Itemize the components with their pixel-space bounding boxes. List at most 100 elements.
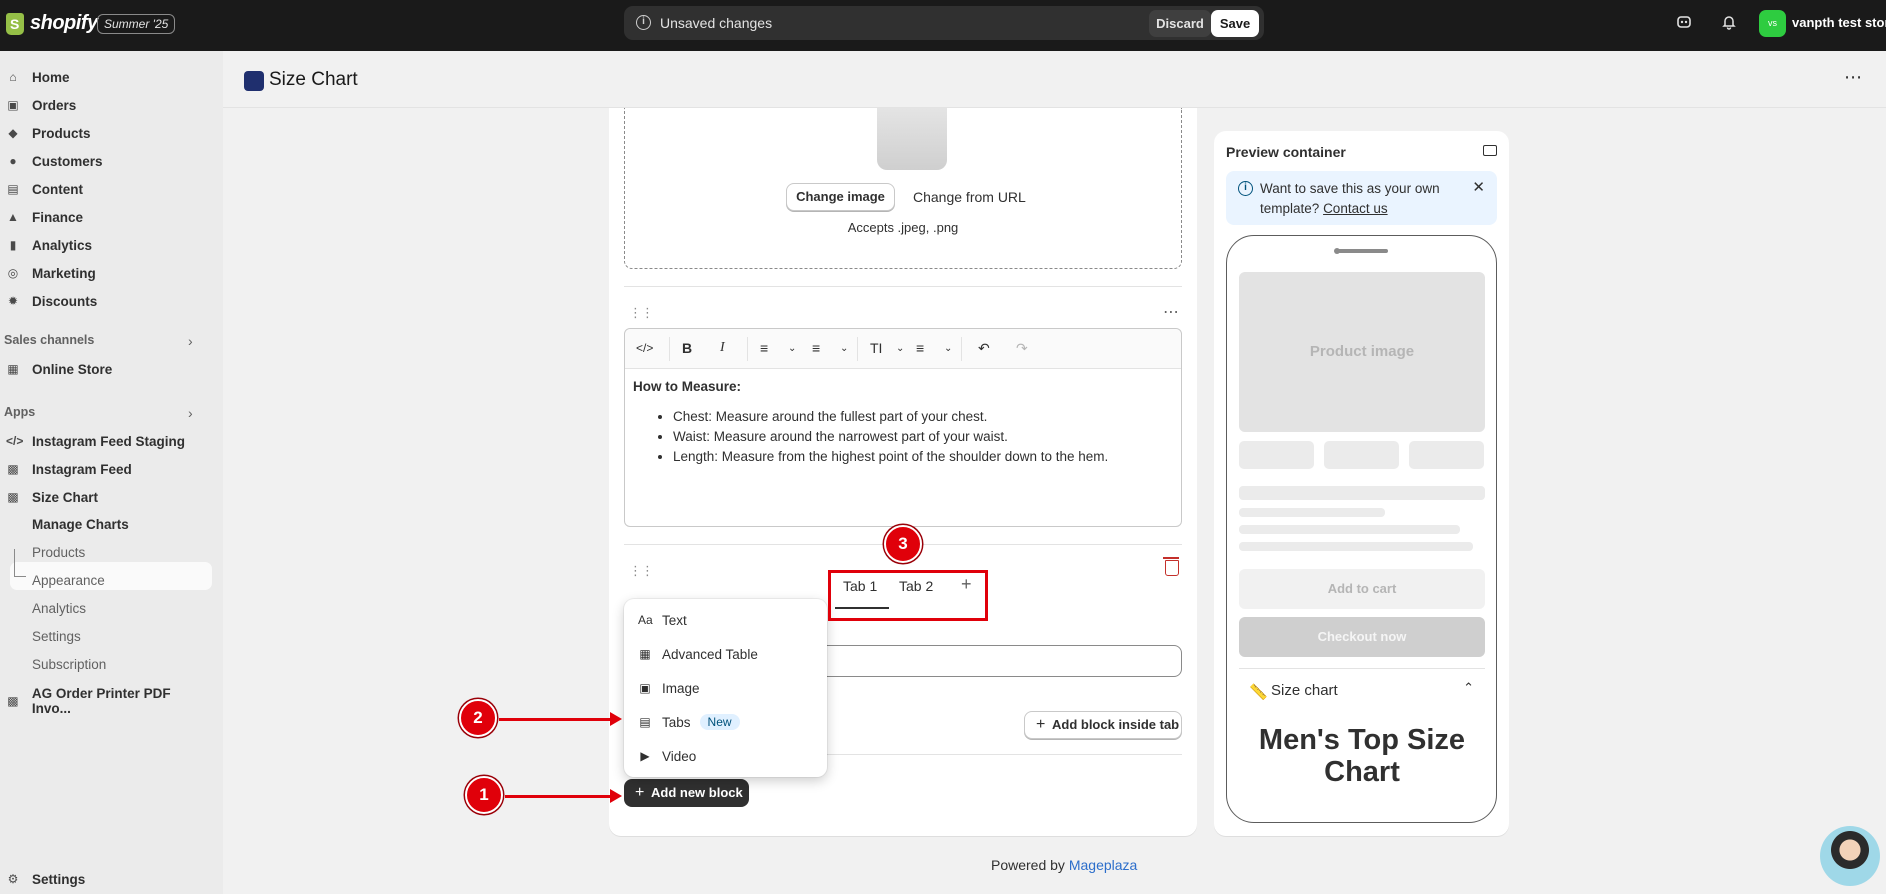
preview-title: Preview container <box>1226 144 1346 160</box>
code-view-icon[interactable]: </> <box>636 341 653 355</box>
bold-icon[interactable]: B <box>682 340 692 356</box>
season-badge[interactable]: Summer '25 <box>97 14 176 34</box>
change-from-url-link[interactable]: Change from URL <box>913 189 1026 205</box>
chevron-down-icon[interactable]: ⌄ <box>840 343 848 354</box>
list-item: Length: Measure from the highest point o… <box>673 447 1173 467</box>
nav-finance[interactable]: ▲ Finance <box>0 204 212 230</box>
chevron-right-icon[interactable]: › <box>188 405 193 421</box>
contact-us-link[interactable]: Contact us <box>1323 201 1388 216</box>
nav-instagram-feed-staging[interactable]: </> Instagram Feed Staging <box>0 428 212 454</box>
shopify-logo[interactable]: shopify <box>6 12 98 35</box>
chevron-right-icon[interactable]: › <box>188 333 193 349</box>
sub-appearance[interactable]: Appearance <box>32 573 105 588</box>
unsaved-changes-bar: i Unsaved changes Discard Save <box>624 6 1264 40</box>
drag-handle-icon[interactable]: ⋮⋮ <box>629 305 654 321</box>
desktop-view-icon[interactable] <box>1483 145 1497 156</box>
avatar[interactable]: vs <box>1759 10 1786 37</box>
image-drop-zone[interactable]: Change image Change from URL Accepts .jp… <box>624 108 1182 269</box>
italic-icon[interactable]: I <box>720 340 725 356</box>
new-badge: New <box>699 714 740 730</box>
nav-customers[interactable]: ● Customers <box>0 148 212 174</box>
more-icon[interactable]: ⋯ <box>1163 302 1179 322</box>
nav-home[interactable]: ⌂ Home <box>0 64 212 90</box>
align-icon[interactable]: ≡ <box>916 340 924 356</box>
nav-orders[interactable]: ▣ Orders <box>0 92 212 118</box>
store-name[interactable]: vanpth test store <box>1792 15 1886 30</box>
image-icon: ▣ <box>639 681 651 695</box>
rich-text-editor[interactable]: </> B I ≡ ⌄ ≡ ⌄ TI ⌄ ≡ ⌄ ↶ ↷ How to Meas… <box>624 328 1182 527</box>
mageplaza-link[interactable]: Mageplaza <box>1069 857 1138 873</box>
accepts-hint: Accepts .jpeg, .png <box>847 220 959 235</box>
chevron-up-icon[interactable]: ⌃ <box>1463 680 1474 696</box>
nav-products[interactable]: ◆ Products <box>0 120 212 146</box>
sales-channels-heading[interactable]: Sales channels <box>4 333 94 347</box>
info-icon: i <box>1238 181 1253 196</box>
sub-manage-charts[interactable]: Manage Charts <box>32 517 129 532</box>
sub-analytics[interactable]: Analytics <box>32 601 86 616</box>
text-size-icon[interactable]: TI <box>870 340 882 356</box>
unsaved-label: Unsaved changes <box>660 15 773 31</box>
add-block-inside-tab-button[interactable]: Add block inside tab <box>1024 711 1182 739</box>
annotation-arrow-2 <box>499 712 622 726</box>
sub-products[interactable]: Products <box>32 545 85 560</box>
bar-chart-icon: ▮ <box>9 238 17 252</box>
powered-by-text: Powered by <box>991 857 1065 873</box>
rte-content[interactable]: How to Measure: Chest: Measure around th… <box>633 379 1173 467</box>
discard-button[interactable]: Discard <box>1149 10 1211 37</box>
undo-icon[interactable]: ↶ <box>978 340 990 357</box>
nav-ag-order-printer[interactable]: ▩ AG Order Printer PDF Invo... <box>0 686 212 716</box>
change-image-button[interactable]: Change image <box>786 183 895 211</box>
nav-size-chart[interactable]: ▩ Size Chart <box>0 484 212 510</box>
redo-icon[interactable]: ↷ <box>1016 340 1028 357</box>
sidekick-icon[interactable] <box>1674 14 1694 34</box>
menu-item-tabs[interactable]: ▤ Tabs New <box>638 712 740 732</box>
tabs-icon: ▤ <box>639 715 651 729</box>
more-actions-icon[interactable]: ⋯ <box>1844 67 1862 88</box>
nav-online-store[interactable]: ▦ Online Store <box>0 356 212 382</box>
drag-handle-icon[interactable]: ⋮⋮ <box>629 563 654 579</box>
checkout-now-button[interactable]: Checkout now <box>1239 617 1485 657</box>
apps-heading[interactable]: Apps <box>4 405 35 419</box>
nav-instagram-feed[interactable]: ▩ Instagram Feed <box>0 456 212 482</box>
thumbnail-placeholder <box>1409 441 1484 469</box>
home-icon: ⌂ <box>9 70 17 84</box>
save-button[interactable]: Save <box>1211 10 1259 37</box>
nav-discounts[interactable]: ✹ Discounts <box>0 288 212 314</box>
bullet-list-icon[interactable]: ≡ <box>760 340 768 356</box>
orders-icon: ▣ <box>7 98 19 112</box>
menu-item-advanced-table[interactable]: ▦ Advanced Table <box>638 644 758 664</box>
person-icon: ● <box>9 154 17 168</box>
add-to-cart-button[interactable]: Add to cart <box>1239 569 1485 609</box>
menu-item-text[interactable]: Aa Text <box>638 610 687 630</box>
phone-mockup: Product image Add to cart Checkout now 📏… <box>1226 235 1497 823</box>
size-chart-toggle[interactable]: Size chart <box>1271 682 1338 699</box>
chevron-down-icon[interactable]: ⌄ <box>788 343 796 354</box>
top-bar: shopify Summer '25 i Unsaved changes Dis… <box>0 0 1886 51</box>
annotation-arrow-1 <box>505 789 622 803</box>
ruler-icon: 📏 <box>1249 684 1268 701</box>
menu-item-video[interactable]: ▶ Video <box>638 746 696 766</box>
phone-notch <box>1334 248 1388 254</box>
play-icon: ▶ <box>640 749 650 763</box>
bell-icon[interactable] <box>1719 14 1739 34</box>
nav-marketing[interactable]: ◎ Marketing <box>0 260 212 286</box>
divider <box>624 286 1182 287</box>
nav-analytics[interactable]: ▮ Analytics <box>0 232 212 258</box>
banner-text: Want to save this as your own template? … <box>1260 179 1470 219</box>
chevron-down-icon[interactable]: ⌄ <box>896 343 904 354</box>
ag-app-icon: ▩ <box>7 694 19 708</box>
numbered-list-icon[interactable]: ≡ <box>812 340 820 356</box>
sub-subscription[interactable]: Subscription <box>32 657 106 672</box>
nav-settings[interactable]: ⚙ Settings <box>0 866 212 892</box>
add-new-block-button[interactable]: Add new block <box>624 779 749 807</box>
close-icon[interactable]: ✕ <box>1472 178 1485 196</box>
support-chat-avatar[interactable] <box>1820 826 1880 886</box>
shirt-image <box>877 108 947 170</box>
chevron-down-icon[interactable]: ⌄ <box>944 343 952 354</box>
powered-by: Powered by Mageplaza <box>991 857 1137 873</box>
nav-content[interactable]: ▤ Content <box>0 176 212 202</box>
sub-settings[interactable]: Settings <box>32 629 81 644</box>
toolbar-separator <box>857 337 858 361</box>
product-image-placeholder: Product image <box>1239 272 1485 432</box>
menu-item-image[interactable]: ▣ Image <box>638 678 699 698</box>
